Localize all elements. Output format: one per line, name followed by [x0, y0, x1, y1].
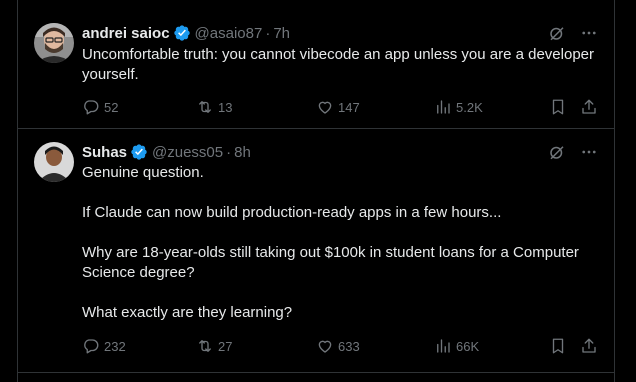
reply-icon — [82, 337, 100, 355]
tweet-top-actions — [548, 24, 598, 42]
tweet[interactable]: andrei saioc @asaio87 · 7h Uncomfortable… — [18, 0, 614, 129]
reply-count: 52 — [104, 99, 119, 115]
handle[interactable]: @zuess05 — [152, 144, 223, 161]
share-icon — [580, 337, 598, 355]
views-count: 5.2K — [456, 99, 483, 115]
tweet-paragraph: If Claude can now build production-ready… — [82, 204, 502, 221]
like-icon — [316, 98, 334, 116]
views-count: 66K — [456, 338, 480, 354]
reply-icon — [82, 98, 100, 116]
handle[interactable]: @asaio87 — [195, 25, 263, 42]
share-icon — [580, 98, 598, 116]
separator-dot: · — [226, 143, 232, 161]
timeline-feed: andrei saioc @asaio87 · 7h Uncomfortable… — [17, 0, 615, 382]
retweet-button[interactable]: 13 — [196, 97, 232, 117]
timestamp[interactable]: 7h — [273, 25, 290, 42]
tweet-actions: 232 27 633 66K — [82, 336, 602, 356]
verified-badge-icon — [130, 143, 148, 161]
reply-count: 232 — [104, 338, 126, 354]
bookmark-icon — [549, 98, 567, 116]
timestamp[interactable]: 8h — [234, 144, 251, 161]
tweet-actions: 52 13 147 5.2K — [82, 97, 602, 117]
like-button[interactable]: 633 — [316, 336, 360, 356]
tweet-paragraph: Why are 18-year-olds still taking out $1… — [82, 244, 579, 281]
like-count: 147 — [338, 99, 360, 115]
grok-icon[interactable] — [548, 24, 566, 42]
bookmark-button[interactable] — [549, 97, 567, 117]
like-button[interactable]: 147 — [316, 97, 360, 117]
share-button[interactable] — [580, 336, 598, 356]
views-icon — [434, 98, 452, 116]
like-count: 633 — [338, 338, 360, 354]
verified-badge-icon — [173, 24, 191, 42]
separator-dot: · — [265, 24, 271, 42]
reply-button[interactable]: 52 — [82, 97, 118, 117]
views-button[interactable]: 5.2K — [434, 97, 483, 117]
retweet-count: 27 — [218, 338, 233, 354]
like-icon — [316, 337, 334, 355]
avatar[interactable] — [34, 23, 74, 63]
display-name[interactable]: andrei saioc — [82, 25, 170, 42]
tweet-header: Suhas @zuess05 · 8h — [82, 142, 251, 162]
avatar[interactable] — [34, 142, 74, 182]
tweet-paragraph: Genuine question. — [82, 164, 204, 181]
tweet-top-actions — [548, 143, 598, 161]
views-button[interactable]: 66K — [434, 336, 479, 356]
grok-icon[interactable] — [548, 143, 566, 161]
next-tweet-edge — [18, 372, 614, 382]
tweet[interactable]: Suhas @zuess05 · 8h Genuine question. If… — [18, 129, 614, 372]
bookmark-button[interactable] — [549, 336, 567, 356]
tweet-text: Genuine question. If Claude can now buil… — [82, 163, 602, 323]
more-icon[interactable] — [580, 143, 598, 161]
retweet-icon — [196, 337, 214, 355]
bookmark-icon — [549, 337, 567, 355]
tweet-text: Uncomfortable truth: you cannot vibecode… — [82, 45, 602, 85]
reply-button[interactable]: 232 — [82, 336, 126, 356]
share-button[interactable] — [580, 97, 598, 117]
tweet-paragraph: Uncomfortable truth: you cannot vibecode… — [82, 46, 594, 83]
retweet-icon — [196, 98, 214, 116]
more-icon[interactable] — [580, 24, 598, 42]
retweet-count: 13 — [218, 99, 233, 115]
tweet-header: andrei saioc @asaio87 · 7h — [82, 23, 290, 43]
views-icon — [434, 337, 452, 355]
display-name[interactable]: Suhas — [82, 144, 127, 161]
tweet-paragraph: What exactly are they learning? — [82, 304, 293, 321]
retweet-button[interactable]: 27 — [196, 336, 232, 356]
